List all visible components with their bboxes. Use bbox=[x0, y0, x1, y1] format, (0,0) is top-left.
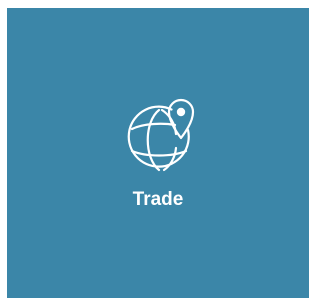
tile-label: Trade bbox=[132, 189, 184, 210]
globe-location-pin-icon bbox=[126, 90, 204, 172]
trade-tile[interactable]: Trade bbox=[7, 8, 309, 298]
